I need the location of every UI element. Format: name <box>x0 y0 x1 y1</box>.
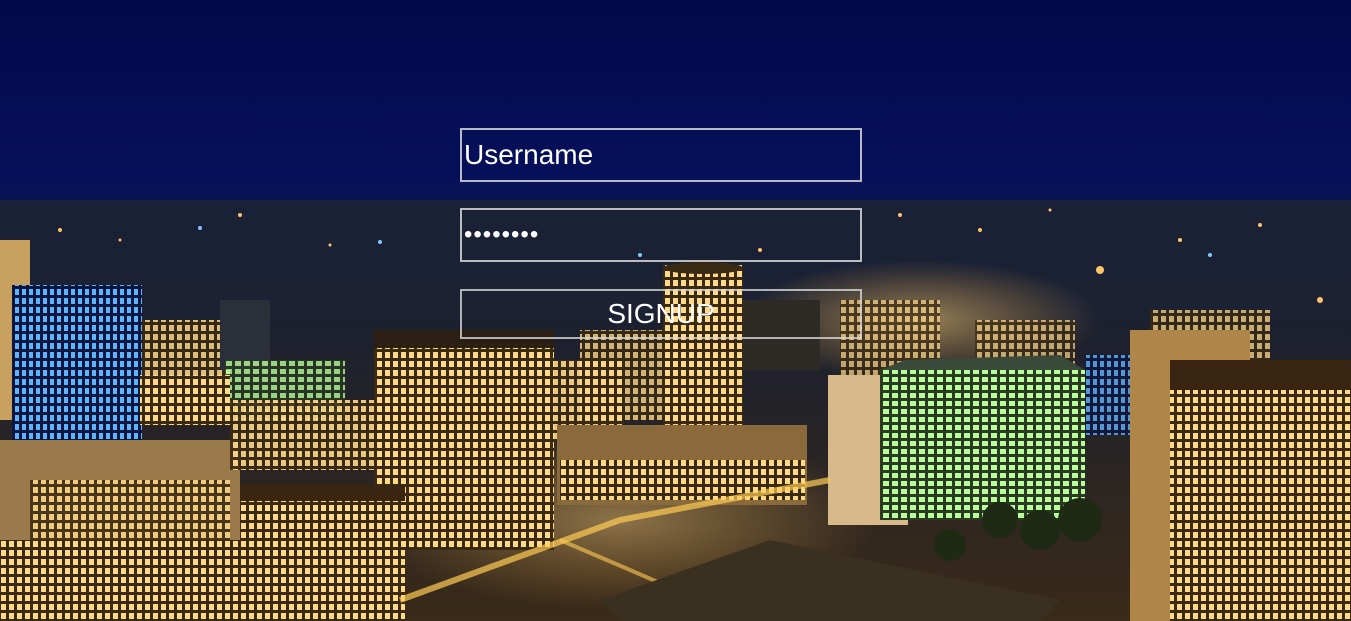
signup-button[interactable]: SIGNUP <box>460 289 862 339</box>
username-input[interactable] <box>460 128 862 182</box>
password-input[interactable] <box>460 208 862 262</box>
